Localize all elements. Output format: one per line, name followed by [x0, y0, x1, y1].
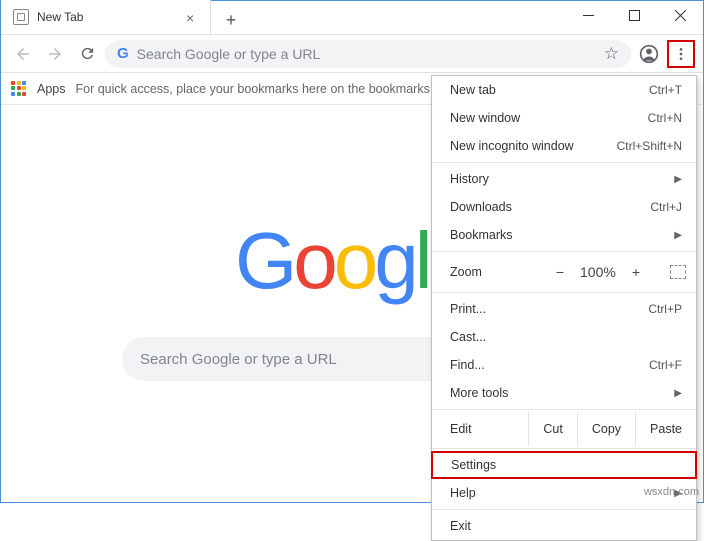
- menu-exit[interactable]: Exit: [432, 512, 696, 540]
- chevron-right-icon: ▶: [674, 388, 682, 399]
- zoom-in-button[interactable]: +: [632, 264, 640, 280]
- menu-find[interactable]: Find...Ctrl+F: [432, 351, 696, 379]
- menu-separator: [432, 409, 696, 410]
- menu-bookmarks[interactable]: Bookmarks▶: [432, 221, 696, 249]
- menu-separator: [432, 448, 696, 449]
- minimize-button[interactable]: [565, 1, 611, 29]
- menu-cast[interactable]: Cast...: [432, 323, 696, 351]
- chevron-right-icon: ▶: [674, 230, 682, 241]
- profile-icon[interactable]: [635, 40, 663, 68]
- menu-separator: [432, 509, 696, 510]
- menu-downloads[interactable]: DownloadsCtrl+J: [432, 193, 696, 221]
- menu-more-tools[interactable]: More tools▶: [432, 379, 696, 407]
- google-g-icon: G: [117, 45, 129, 62]
- apps-icon[interactable]: [11, 81, 27, 97]
- maximize-button[interactable]: [611, 1, 657, 29]
- browser-tab[interactable]: New Tab ×: [1, 0, 211, 34]
- menu-separator: [432, 292, 696, 293]
- close-window-button[interactable]: [657, 1, 703, 29]
- title-bar: New Tab × +: [1, 1, 703, 35]
- edit-cut-button[interactable]: Cut: [528, 412, 576, 446]
- menu-new-tab[interactable]: New tabCtrl+T: [432, 76, 696, 104]
- apps-label[interactable]: Apps: [37, 82, 66, 96]
- tab-favicon: [13, 9, 29, 25]
- bookmark-hint: For quick access, place your bookmarks h…: [76, 82, 448, 96]
- back-button[interactable]: [9, 40, 37, 68]
- watermark: wsxdn.com: [644, 486, 699, 498]
- tab-title: New Tab: [37, 10, 178, 24]
- reload-button[interactable]: [73, 40, 101, 68]
- toolbar: G Search Google or type a URL ☆: [1, 35, 703, 73]
- menu-separator: [432, 162, 696, 163]
- close-tab-icon[interactable]: ×: [186, 10, 200, 24]
- menu-edit-row: Edit Cut Copy Paste: [432, 412, 696, 446]
- edit-paste-button[interactable]: Paste: [635, 412, 696, 446]
- window-controls: [565, 1, 703, 29]
- menu-new-window[interactable]: New windowCtrl+N: [432, 104, 696, 132]
- edit-copy-button[interactable]: Copy: [577, 412, 635, 446]
- address-bar-placeholder: Search Google or type a URL: [137, 46, 596, 62]
- menu-separator: [432, 251, 696, 252]
- menu-settings[interactable]: Settings: [431, 451, 697, 479]
- new-tab-button[interactable]: +: [217, 6, 245, 34]
- menu-zoom-row: Zoom − 100% +: [432, 254, 696, 290]
- edit-label: Edit: [450, 422, 528, 436]
- menu-print[interactable]: Print...Ctrl+P: [432, 295, 696, 323]
- menu-incognito[interactable]: New incognito windowCtrl+Shift+N: [432, 132, 696, 160]
- star-icon[interactable]: ☆: [604, 44, 619, 64]
- fullscreen-icon[interactable]: [670, 265, 686, 279]
- zoom-out-button[interactable]: −: [556, 264, 564, 280]
- more-menu-button[interactable]: [667, 40, 695, 68]
- forward-button[interactable]: [41, 40, 69, 68]
- zoom-label: Zoom: [450, 265, 556, 279]
- menu-history[interactable]: History▶: [432, 165, 696, 193]
- address-bar[interactable]: G Search Google or type a URL ☆: [105, 40, 631, 68]
- zoom-value: 100%: [580, 264, 616, 280]
- chevron-right-icon: ▶: [674, 174, 682, 185]
- chrome-menu: New tabCtrl+T New windowCtrl+N New incog…: [431, 75, 697, 541]
